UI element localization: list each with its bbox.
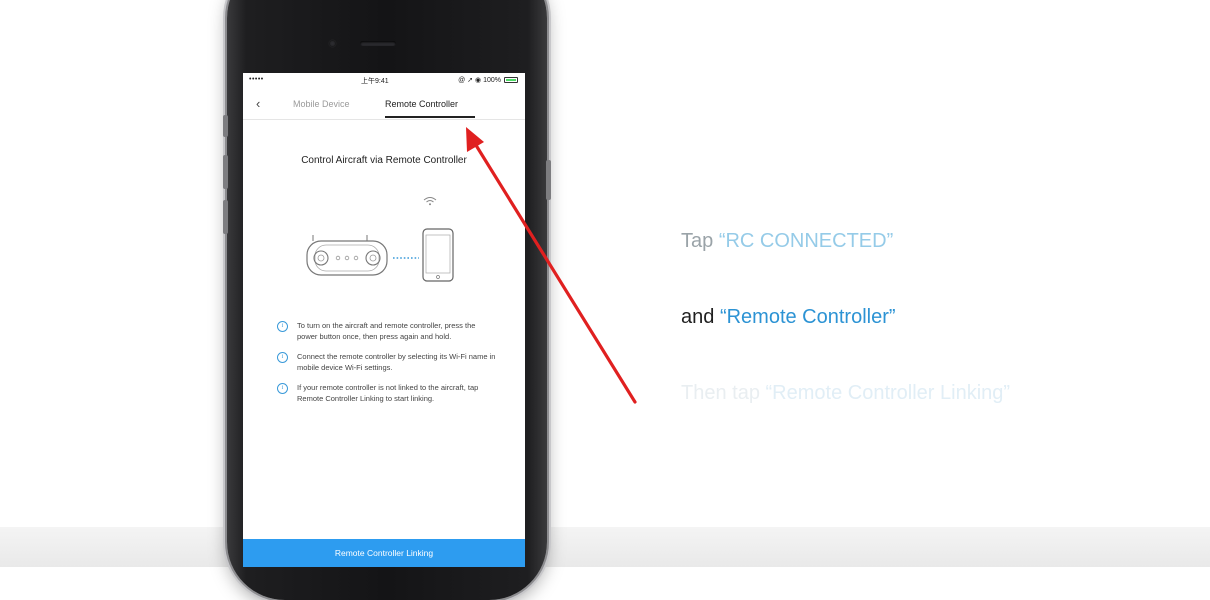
caption-highlight: “RC CONNECTED”	[718, 230, 894, 252]
caption-highlight: “Remote Controller”	[719, 306, 896, 328]
caption-highlight: “Remote Controller Linking”	[765, 382, 1011, 404]
caption-prefix: Tap	[681, 230, 719, 252]
caption-step-2: and “Remote Controller”	[681, 306, 896, 329]
caption-step-3: Then tap “Remote Controller Linking”	[681, 382, 1010, 405]
caption-step-1: Tap “RC CONNECTED”	[681, 230, 893, 253]
annotation-arrow	[466, 127, 637, 404]
caption-prefix: and	[681, 306, 720, 328]
caption-prefix: Then tap	[681, 382, 766, 404]
